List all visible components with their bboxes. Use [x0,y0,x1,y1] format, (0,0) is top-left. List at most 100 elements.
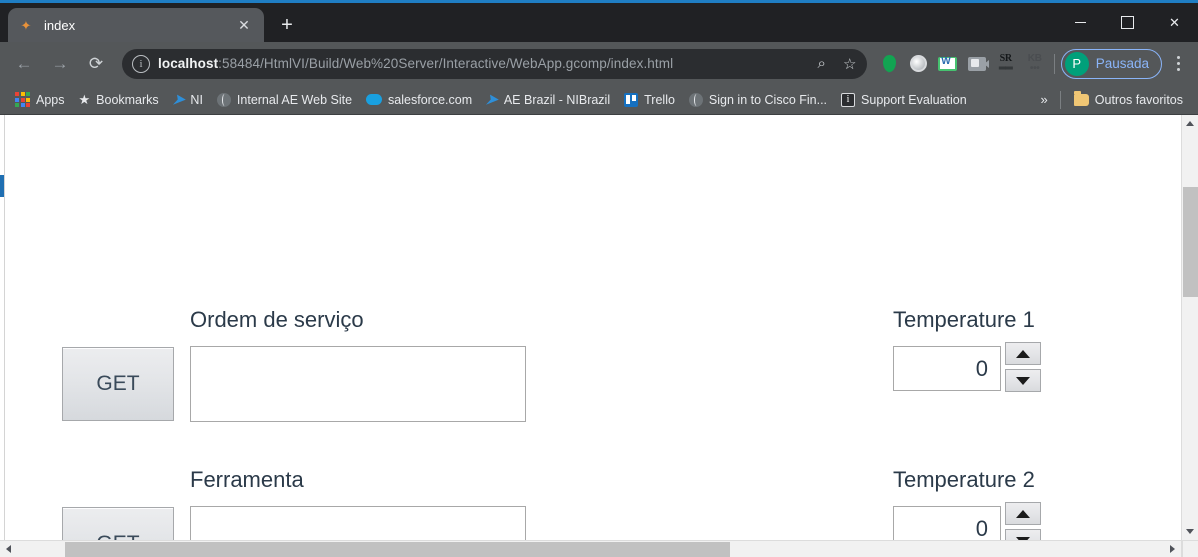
horizontal-scroll-track[interactable] [17,541,1164,557]
ni-icon: ➤ [171,91,186,107]
labview-webvi-panel: Ordem de serviço GET Ferramenta GET Temp… [0,115,1181,557]
bookmark-label: Apps [36,92,65,107]
page-viewport: Ordem de serviço GET Ferramenta GET Temp… [0,115,1198,557]
url-path: :58484/HtmlVI/Build/Web%20Server/Interac… [218,56,674,71]
vertical-scroll-thumb[interactable] [1182,187,1198,297]
sr-extension-icon[interactable]: SR ══ [993,51,1019,77]
chevron-right-icon [1170,545,1175,553]
horizontal-scroll-thumb[interactable] [65,541,730,557]
scroll-right-button[interactable] [1164,541,1181,557]
browser-toolbar: ← → ⟳ i localhost:58484/HtmlVI/Build/Web… [0,42,1198,85]
bookmark-ae-brazil[interactable]: ➤ AE Brazil - NIBrazil [479,89,617,111]
sr-extension-line2: ══ [998,62,1013,74]
bookmark-apps[interactable]: Apps [8,89,72,111]
scroll-up-button[interactable] [1182,115,1198,132]
temperature-1-label: Temperature 1 [893,307,1035,332]
kb-extension-line2: ••• [1029,62,1040,74]
bookmark-label: AE Brazil - NIBrazil [503,92,611,107]
bookmark-internal-ae-web-site[interactable]: Internal AE Web Site [210,89,359,111]
ni-icon: ➤ [485,91,500,107]
profile-button[interactable]: P Pausada [1060,48,1162,79]
bookmark-label: NI [190,92,203,107]
tab-strip: ✦ index ✕ + ✕ [0,3,1198,42]
minimize-window-button[interactable] [1057,3,1104,42]
maximize-window-button[interactable] [1104,3,1151,42]
temperature-1-decrement-button[interactable] [1005,369,1041,392]
bookmark-ni[interactable]: ➤ NI [166,89,210,111]
chevron-up-icon [1186,121,1194,126]
zoom-icon[interactable]: ⌕ [809,51,835,77]
avatar: P [1064,51,1089,76]
page-favicon-icon: ✦ [20,17,32,33]
apps-grid-icon [15,92,30,107]
horizontal-scrollbar[interactable] [0,540,1181,557]
extension-icons: SR══ KB••• [873,51,1048,77]
info-square-icon: i [841,92,856,107]
browser-window: ✦ index ✕ + ✕ ← → ⟳ i localhost:58484/Ht… [0,0,1198,557]
bookmark-label: Outros favoritos [1094,92,1183,107]
ferramenta-label: Ferramenta [190,467,304,492]
mail-extension-icon[interactable] [935,51,961,77]
temperature-2-label: Temperature 2 [893,467,1035,492]
site-info-icon[interactable]: i [132,54,150,73]
bookmark-label: Internal AE Web Site [236,92,353,107]
temperature-1-value[interactable]: 0 [893,346,1001,391]
globe-icon [688,92,703,107]
chrome-menu-icon[interactable] [1164,49,1192,79]
kb-extension-icon[interactable]: KB ••• [1022,51,1048,77]
bookmarks-bar-right: » Outros favoritos [1035,89,1190,111]
globe-icon [216,92,231,107]
address-bar-actions: ⌕ ☆ [809,51,863,77]
url-host: localhost [158,56,219,71]
temperature-2-increment-button[interactable] [1005,502,1041,525]
new-tab-button[interactable]: + [272,10,302,40]
bookmark-other-favorites[interactable]: Outros favoritos [1067,89,1190,111]
window-controls: ✕ [1057,3,1198,42]
bookmark-label: Bookmarks [96,92,159,107]
tab-title: index [44,17,76,33]
bookmark-label: Support Evaluation [861,92,967,107]
location-pin-extension-icon[interactable] [877,51,903,77]
vertical-scroll-track[interactable] [1182,132,1198,523]
scroll-down-button[interactable] [1182,523,1198,540]
bookmarks-bar: Apps ★ Bookmarks ➤ NI Internal AE Web Si… [0,85,1198,115]
temperature-1-stepper [1005,342,1041,392]
bookmark-label: Sign in to Cisco Fin... [708,92,828,107]
browser-tab-index[interactable]: ✦ index ✕ [8,8,264,42]
bookmark-cisco-finesse[interactable]: Sign in to Cisco Fin... [682,89,834,111]
trello-icon [624,92,639,107]
forward-button[interactable]: → [44,48,76,80]
arrow-down-icon [1016,376,1030,385]
bookmarks-overflow-icon[interactable]: » [1035,92,1054,107]
back-button[interactable]: ← [8,48,40,80]
reload-button[interactable]: ⟳ [80,48,112,80]
circle-extension-icon[interactable] [906,51,932,77]
get-button-ordem-de-servico[interactable]: GET [62,347,174,421]
close-window-button[interactable]: ✕ [1151,3,1198,42]
arrow-up-icon [1016,509,1030,518]
bookmark-support-evaluation[interactable]: i Support Evaluation [834,89,974,111]
bookmark-salesforce[interactable]: salesforce.com [359,89,479,111]
bookmark-label: Trello [644,92,675,107]
close-tab-icon[interactable]: ✕ [234,15,254,35]
temperature-1-increment-button[interactable] [1005,342,1041,365]
profile-name: Pausada [1095,56,1149,71]
web-app-canvas: Ordem de serviço GET Ferramenta GET Temp… [0,115,1181,557]
bookmark-bookmarks[interactable]: ★ Bookmarks [72,89,166,111]
scrollbar-corner [1181,540,1198,557]
folder-icon [1073,91,1089,106]
chevron-down-icon [1186,529,1194,534]
scroll-left-button[interactable] [0,541,17,557]
address-bar[interactable]: i localhost:58484/HtmlVI/Build/Web%20Ser… [122,48,867,79]
star-icon: ★ [78,91,91,107]
bookmark-label: salesforce.com [388,92,473,107]
chevron-left-icon [6,545,11,553]
bookmark-star-icon[interactable]: ☆ [837,51,863,77]
toolbar-divider [1053,53,1055,74]
ordem-de-servico-textbox[interactable] [190,346,526,422]
ordem-de-servico-label: Ordem de serviço [190,307,364,332]
camera-extension-icon[interactable] [964,51,990,77]
vertical-scrollbar[interactable] [1181,115,1198,557]
arrow-up-icon [1016,349,1030,358]
bookmark-trello[interactable]: Trello [617,89,682,111]
